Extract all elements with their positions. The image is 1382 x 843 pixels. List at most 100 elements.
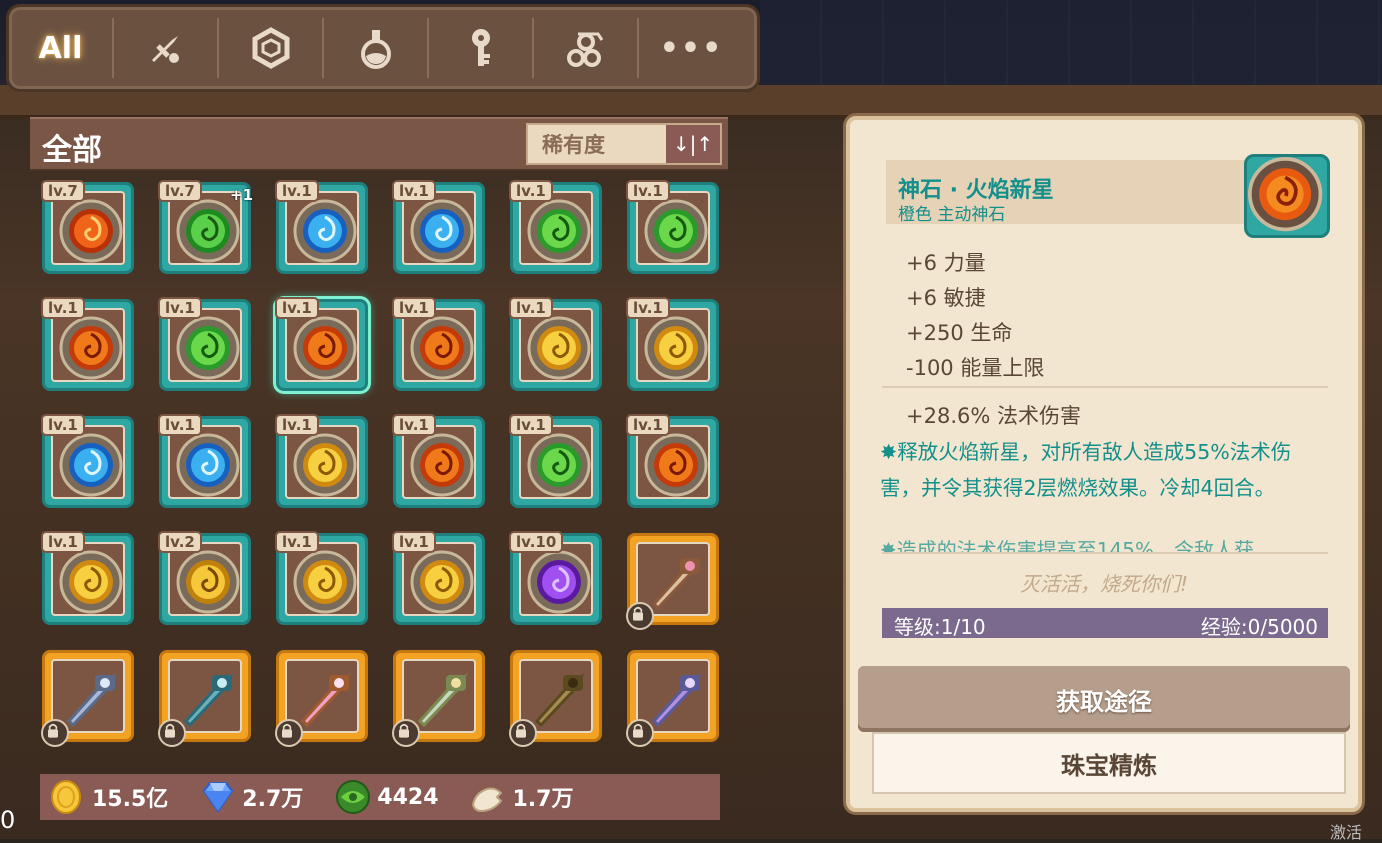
inventory-slot[interactable]: lv.1 xyxy=(158,414,251,508)
level-badge: lv.1 xyxy=(158,297,202,319)
lock-icon xyxy=(509,719,537,747)
gem-detail-panel: 神石 · 火焰新星 橙色 主动神石 +6 力量 +6 敏捷 +250 生命 -1… xyxy=(846,116,1362,812)
scroll-icon xyxy=(566,32,603,67)
level-badge: lv.10 xyxy=(509,531,564,553)
page-title: 全部 xyxy=(42,133,102,168)
level-badge: lv.1 xyxy=(392,414,436,436)
level-badge: lv.1 xyxy=(509,297,553,319)
level-badge: lv.1 xyxy=(41,414,85,436)
purple-rune-icon xyxy=(527,550,591,614)
crystal-crest-icon xyxy=(651,673,702,728)
stat-line: +250 生命 xyxy=(906,321,1013,345)
inventory-slot[interactable]: lv.1 xyxy=(392,531,485,625)
inventory-slot[interactable]: lv.1 xyxy=(41,531,134,625)
inventory-slot[interactable]: lv.10 xyxy=(509,531,602,625)
inventory-slot[interactable]: lv.2 xyxy=(158,531,251,625)
inventory-slot[interactable]: lv.1 xyxy=(275,531,368,625)
inventory-slot[interactable] xyxy=(626,533,719,630)
more-icon: ••• xyxy=(659,30,724,66)
acquire-source-button[interactable]: 获取途径 xyxy=(858,666,1350,732)
skill-text: 释放火焰新星，对所有敌人造成55%法术伤害，并令其获得2层燃烧效果。冷却4回合。 xyxy=(880,440,1292,500)
inventory-slot[interactable]: lv.1 xyxy=(41,414,134,508)
level-badge: lv.1 xyxy=(41,297,85,319)
level-badge: lv.1 xyxy=(392,297,436,319)
gem-sword-icon xyxy=(417,673,468,728)
tab-keys[interactable] xyxy=(429,18,534,78)
sort-dropdown[interactable]: 稀有度 ↓|↑ xyxy=(526,123,722,165)
lock-icon xyxy=(626,602,654,630)
sort-arrows-icon: ↓|↑ xyxy=(672,132,714,156)
tab-materials[interactable] xyxy=(534,18,639,78)
level-badge: lv.7 xyxy=(41,180,85,202)
level-badge: lv.1 xyxy=(392,180,436,202)
inventory-slot[interactable]: lv.7 +1 xyxy=(158,180,254,274)
diamond-icon xyxy=(203,782,234,813)
inventory-slot[interactable]: lv.1 xyxy=(41,297,134,391)
inventory-slot[interactable] xyxy=(509,650,602,747)
inventory-slot[interactable] xyxy=(41,650,134,747)
key-icon xyxy=(471,29,490,66)
diamond-value: 2.7万 xyxy=(242,787,304,812)
gold-swirl-icon xyxy=(293,433,357,497)
inventory-slot[interactable]: lv.1 xyxy=(275,414,368,508)
gold-swirl-icon xyxy=(644,316,708,380)
inventory-slot[interactable]: lv.1 xyxy=(275,297,368,391)
blue-wave-icon xyxy=(59,433,123,497)
green-leaf-icon xyxy=(527,433,591,497)
inventory-slot[interactable]: lv.1 xyxy=(509,414,602,508)
lock-icon xyxy=(626,719,654,747)
inventory-slot[interactable] xyxy=(275,650,368,747)
gem-type: 橙色 主动神石 xyxy=(898,205,1006,225)
jewel-refine-button[interactable]: 珠宝精炼 xyxy=(872,732,1346,794)
gold-ring-icon xyxy=(176,550,240,614)
level-badge: lv.7 xyxy=(158,180,202,202)
green-leaf-icon xyxy=(644,199,708,263)
inventory-slot[interactable]: lv.1 xyxy=(275,180,368,274)
blue-wave-icon xyxy=(293,199,357,263)
level-badge: lv.1 xyxy=(275,531,319,553)
green-leaf-icon xyxy=(527,199,591,263)
inventory-slot[interactable]: lv.1 xyxy=(392,414,485,508)
inventory-slot[interactable]: lv.1 xyxy=(509,180,602,274)
tab-weapons[interactable] xyxy=(114,18,219,78)
tab-more[interactable]: ••• xyxy=(639,18,744,78)
inventory-slot[interactable]: lv.1 xyxy=(392,297,485,391)
inventory-slot[interactable]: lv.1 xyxy=(158,297,251,391)
inventory-slot[interactable]: lv.1 xyxy=(392,180,485,274)
inventory-slot[interactable]: lv.1 xyxy=(626,297,719,391)
fire-swirl-icon xyxy=(293,316,357,380)
level-badge: lv.1 xyxy=(509,180,553,202)
blue-wave-icon xyxy=(176,433,240,497)
pink-blade-icon xyxy=(300,673,351,728)
fire-swirl-icon xyxy=(59,316,123,380)
inventory-slot[interactable] xyxy=(158,650,251,747)
gold-swirl-icon xyxy=(410,550,474,614)
inventory-slot[interactable]: lv.1 xyxy=(626,180,719,274)
tab-potions[interactable] xyxy=(324,18,429,78)
category-tab-bar: All ••• xyxy=(6,4,760,92)
gem-skill-extra: ✸造成的法术伤害提高至145%，令敌人获 xyxy=(880,534,1330,552)
level-badge: lv.1 xyxy=(275,414,319,436)
background-wall xyxy=(760,0,1382,90)
divider xyxy=(882,552,1328,554)
inventory-slot[interactable]: lv.7 xyxy=(41,180,134,274)
inventory-slot[interactable]: lv.1 xyxy=(626,414,719,508)
skill-extra-text: 造成的法术伤害提高至145%，令敌人获 xyxy=(896,538,1254,552)
fire-swirl-icon xyxy=(644,433,708,497)
level-badge: lv.1 xyxy=(275,297,319,319)
plus-badge: +1 xyxy=(230,186,254,204)
tab-gems[interactable] xyxy=(219,18,324,78)
stat-line: -100 能量上限 xyxy=(906,356,1045,380)
sort-order-button[interactable]: ↓|↑ xyxy=(666,125,720,163)
divider xyxy=(882,386,1328,388)
star-icon: ✸ xyxy=(880,538,897,552)
lock-icon xyxy=(392,719,420,747)
tab-all[interactable]: All xyxy=(9,18,114,78)
inventory-slot[interactable] xyxy=(392,650,485,747)
level-badge: lv.1 xyxy=(626,180,670,202)
level-badge: lv.1 xyxy=(392,531,436,553)
stat-line: +6 敏捷 xyxy=(906,286,986,310)
inventory-slot[interactable] xyxy=(626,650,719,747)
gem-exp: 经验:0/5000 xyxy=(1200,615,1318,639)
inventory-slot[interactable]: lv.1 xyxy=(509,297,602,391)
